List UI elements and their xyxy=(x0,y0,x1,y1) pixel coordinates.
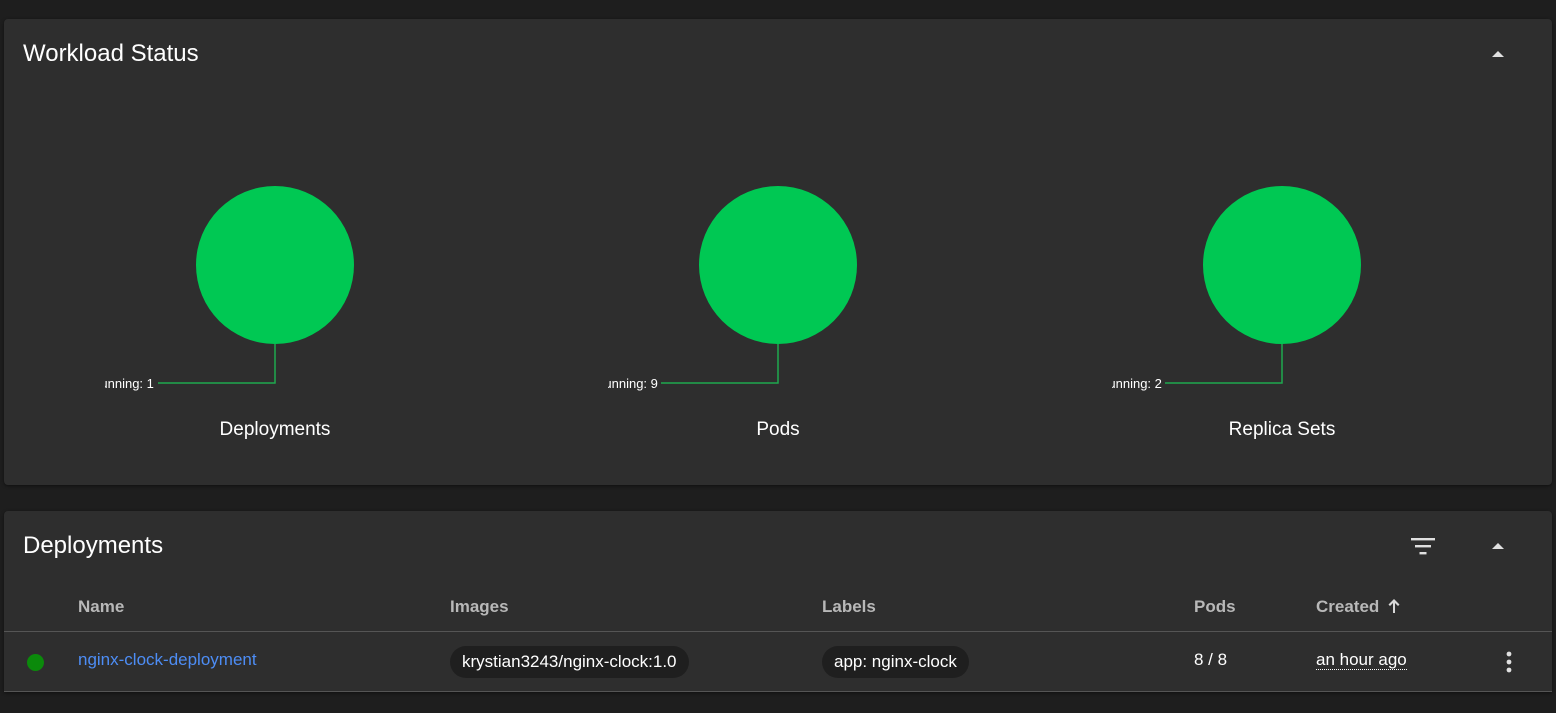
row-actions-button[interactable] xyxy=(1494,645,1524,679)
deployments-running-slice xyxy=(196,186,354,344)
workload-status-card: Workload Status Running: 1 Deployments R… xyxy=(4,19,1552,485)
label-chip: app: nginx-clock xyxy=(822,646,969,678)
table-row: nginx-clock-deployment krystian3243/ngin… xyxy=(4,632,1552,692)
pods-running-slice xyxy=(699,186,857,344)
column-header-images: Images xyxy=(450,597,509,616)
status-running-icon xyxy=(27,654,44,671)
chevron-up-icon xyxy=(1492,51,1504,57)
column-header-created[interactable]: Created xyxy=(1316,597,1379,616)
filter-icon xyxy=(1411,538,1435,555)
image-chip: krystian3243/nginx-clock:1.0 xyxy=(450,646,689,678)
deployments-card: Deployments Name Images Labels Pods Crea… xyxy=(4,511,1552,692)
deployment-name-link[interactable]: nginx-clock-deployment xyxy=(78,650,257,670)
pods-chart: Running: 9 Pods xyxy=(608,119,948,464)
arrow-upward-icon[interactable] xyxy=(1388,599,1400,613)
workload-status-collapse-button[interactable] xyxy=(1480,36,1516,72)
created-time[interactable]: an hour ago xyxy=(1316,650,1407,670)
workload-status-title: Workload Status xyxy=(23,40,199,67)
replica-sets-chart: Running: 2 Replica Sets xyxy=(1112,119,1452,464)
deployments-leader-line xyxy=(158,344,276,384)
deployments-title: Deployments xyxy=(23,532,164,559)
column-header-name[interactable]: Name xyxy=(78,597,124,617)
more-vert-icon xyxy=(1506,651,1512,673)
column-header-pods: Pods xyxy=(1194,597,1236,616)
table-header: Name Images Labels Pods Created xyxy=(4,588,1552,632)
pods-leader-line xyxy=(661,344,779,384)
pods-chart-label: Pods xyxy=(756,419,800,440)
chevron-up-icon xyxy=(1492,543,1504,549)
replica-sets-chart-label: Replica Sets xyxy=(1228,419,1336,440)
deployments-chart: Running: 1 Deployments xyxy=(105,119,445,464)
column-header-labels: Labels xyxy=(822,597,876,616)
filter-button[interactable] xyxy=(1405,528,1441,564)
created-time-wrap: an hour ago xyxy=(1316,650,1407,670)
deployments-running-label: Running: 1 xyxy=(105,376,154,391)
replica-sets-running-slice xyxy=(1203,186,1361,344)
deployments-collapse-button[interactable] xyxy=(1480,528,1516,564)
pods-count: 8 / 8 xyxy=(1194,650,1228,669)
replica-sets-leader-line xyxy=(1165,344,1283,384)
pods-running-label: Running: 9 xyxy=(608,376,658,391)
deployments-chart-label: Deployments xyxy=(219,419,331,440)
replica-sets-running-label: Running: 2 xyxy=(1112,376,1162,391)
column-header-created-wrap[interactable]: Created xyxy=(1316,597,1400,617)
